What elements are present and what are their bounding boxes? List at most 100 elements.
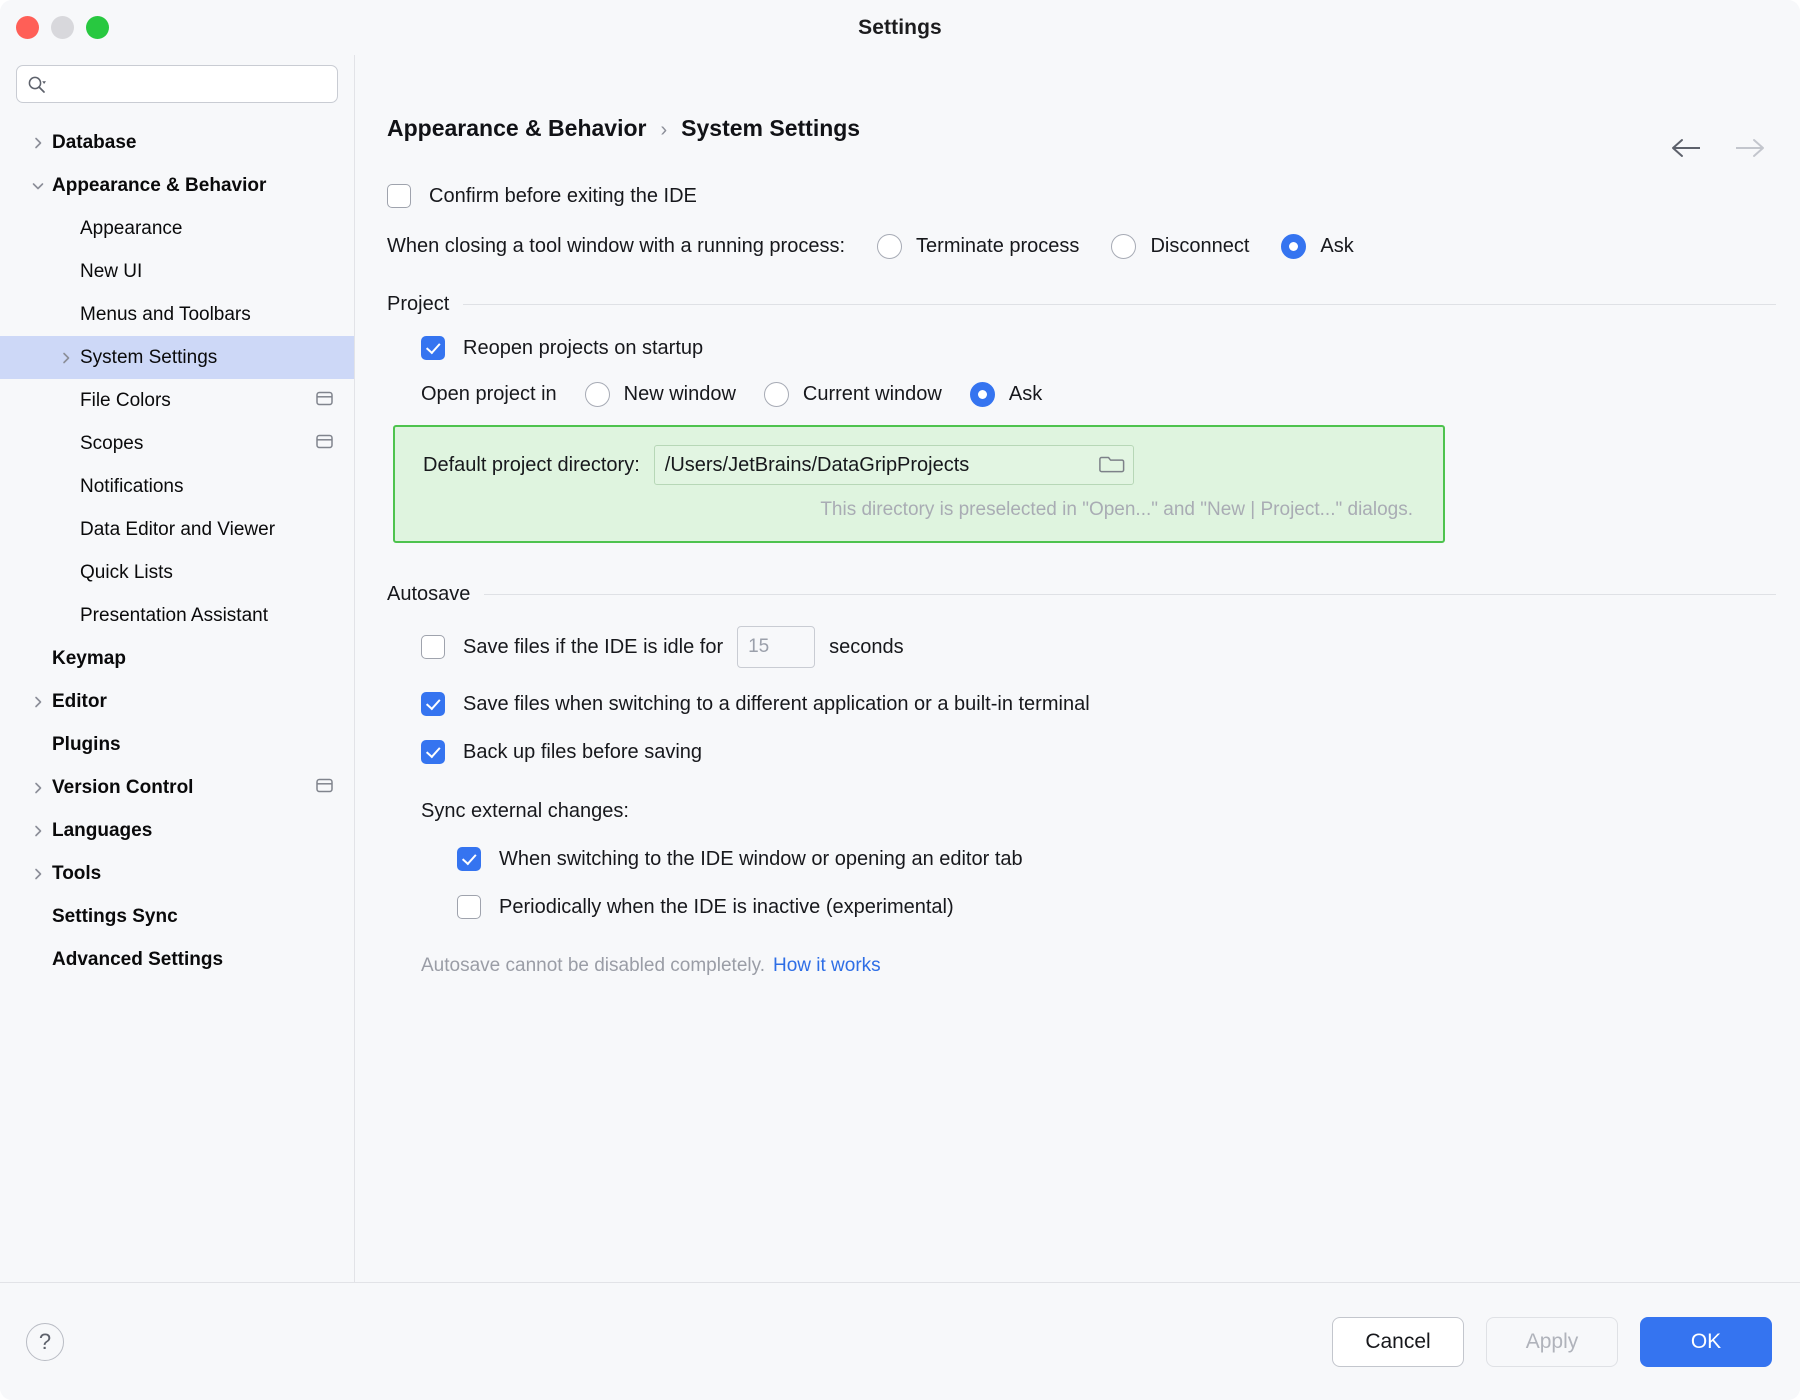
chevron-right-icon[interactable] — [24, 781, 52, 795]
project-scope-icon — [315, 433, 334, 455]
sidebar-item-editor[interactable]: Editor — [0, 680, 354, 723]
folder-icon[interactable] — [1098, 452, 1125, 479]
sidebar-item-menus-and-toolbars[interactable]: Menus and Toolbars — [0, 293, 354, 336]
sidebar-item-advanced-settings[interactable]: Advanced Settings — [0, 938, 354, 981]
radio-ask-open-project-label: Ask — [1008, 383, 1043, 405]
backup-checkbox[interactable] — [421, 740, 445, 764]
breadcrumb-parent[interactable]: Appearance & Behavior — [387, 115, 646, 142]
sync-switching-label: When switching to the IDE window or open… — [499, 847, 1023, 870]
sync-periodic-label: Periodically when the IDE is inactive (e… — [499, 895, 954, 918]
switch-app-checkbox[interactable] — [421, 692, 445, 716]
zoom-button[interactable] — [86, 16, 109, 39]
sidebar-item-appearance[interactable]: Appearance — [0, 207, 354, 250]
idle-save-row[interactable]: Save files if the IDE is idle for second… — [421, 626, 1776, 668]
default-project-directory-row: Default project directory: /Users/JetBra… — [423, 445, 1421, 485]
closing-tool-window-row: When closing a tool window with a runnin… — [387, 234, 1776, 259]
sidebar-item-keymap[interactable]: Keymap — [0, 637, 354, 680]
forward-button[interactable] — [1732, 133, 1766, 163]
chevron-right-icon[interactable] — [24, 136, 52, 150]
sidebar-item-label: Plugins — [52, 733, 121, 755]
default-project-directory-value: /Users/JetBrains/DataGripProjects — [664, 453, 970, 476]
sidebar-item-label: Data Editor and Viewer — [80, 518, 276, 540]
radio-ask-open-project[interactable] — [969, 382, 995, 407]
radio-current-window[interactable] — [763, 382, 789, 407]
radio-new-window[interactable] — [584, 382, 610, 407]
sidebar-item-label: Editor — [52, 690, 107, 712]
confirm-exit-checkbox[interactable] — [387, 184, 411, 208]
radio-ask-tool-window-label: Ask — [1320, 235, 1354, 257]
how-it-works-link[interactable]: How it works — [773, 955, 881, 977]
sync-periodic-checkbox[interactable] — [457, 895, 481, 919]
sidebar-item-quick-lists[interactable]: Quick Lists — [0, 551, 354, 594]
title-bar: Settings — [0, 0, 1800, 55]
idle-seconds-input[interactable] — [748, 636, 805, 658]
sidebar-item-scopes[interactable]: Scopes — [0, 422, 354, 465]
switch-app-label: Save files when switching to a different… — [463, 692, 1090, 715]
search-box[interactable] — [16, 65, 338, 103]
search-icon — [27, 75, 46, 94]
sidebar-item-new-ui[interactable]: New UI — [0, 250, 354, 293]
sidebar-item-file-colors[interactable]: File Colors — [0, 379, 354, 422]
sidebar-item-label: Appearance & Behavior — [52, 174, 267, 196]
idle-seconds-field[interactable] — [737, 626, 816, 668]
open-project-in-row: Open project in New window Current windo… — [421, 382, 1776, 407]
ok-button[interactable]: OK — [1640, 1316, 1772, 1367]
breadcrumb: Appearance & Behavior › System Settings — [387, 115, 1776, 142]
reopen-projects-row[interactable]: Reopen projects on startup — [421, 336, 1776, 360]
chevron-down-icon[interactable] — [24, 179, 52, 193]
settings-content: Appearance & Behavior › System Settings … — [355, 55, 1800, 1282]
sidebar-item-label: Quick Lists — [80, 561, 173, 583]
sync-switching-row[interactable]: When switching to the IDE window or open… — [457, 847, 1776, 871]
sidebar-item-data-editor-and-viewer[interactable]: Data Editor and Viewer — [0, 508, 354, 551]
sidebar-item-label: Database — [52, 131, 137, 153]
sync-periodic-row[interactable]: Periodically when the IDE is inactive (e… — [457, 895, 1776, 919]
chevron-right-icon[interactable] — [24, 824, 52, 838]
sync-switching-checkbox[interactable] — [457, 847, 481, 871]
confirm-exit-row[interactable]: Confirm before exiting the IDE — [387, 184, 1776, 208]
sidebar-item-label: New UI — [80, 260, 143, 282]
sidebar-item-notifications[interactable]: Notifications — [0, 465, 354, 508]
backup-row[interactable]: Back up files before saving — [421, 740, 1776, 764]
project-section-divider — [463, 304, 1776, 305]
chevron-right-icon[interactable] — [52, 351, 80, 365]
project-scope-icon — [315, 390, 334, 412]
breadcrumb-separator: › — [660, 119, 668, 141]
sidebar-item-presentation-assistant[interactable]: Presentation Assistant — [0, 594, 354, 637]
sidebar-item-plugins[interactable]: Plugins — [0, 723, 354, 766]
sidebar-item-tools[interactable]: Tools — [0, 852, 354, 895]
default-project-directory-field[interactable]: /Users/JetBrains/DataGripProjects — [653, 445, 1134, 485]
back-button[interactable] — [1670, 133, 1704, 163]
sidebar-item-label: Settings Sync — [52, 905, 178, 927]
minimize-button[interactable] — [51, 16, 74, 39]
chevron-right-icon[interactable] — [24, 867, 52, 881]
autosave-section-divider — [484, 594, 1776, 595]
search-container — [0, 65, 354, 117]
sidebar-item-system-settings[interactable]: System Settings — [0, 336, 354, 379]
switch-app-row[interactable]: Save files when switching to a different… — [421, 692, 1776, 716]
reopen-projects-checkbox[interactable] — [421, 336, 445, 360]
project-scope-icon — [315, 777, 334, 799]
settings-window: Settings Database Appearance & Behavior Ap — [0, 0, 1800, 1400]
sidebar-item-label: Menus and Toolbars — [80, 303, 251, 325]
radio-terminate-process[interactable] — [877, 234, 903, 259]
search-input[interactable] — [52, 75, 327, 93]
sidebar-item-label: Notifications — [80, 475, 184, 497]
chevron-right-icon[interactable] — [24, 695, 52, 709]
close-button[interactable] — [16, 16, 39, 39]
sidebar-item-version-control[interactable]: Version Control — [0, 766, 354, 809]
radio-terminate-process-label: Terminate process — [916, 235, 1080, 257]
sidebar-item-settings-sync[interactable]: Settings Sync — [0, 895, 354, 938]
radio-disconnect[interactable] — [1111, 234, 1137, 259]
sidebar-item-appearance-behavior[interactable]: Appearance & Behavior — [0, 164, 354, 207]
closing-tool-window-label: When closing a tool window with a runnin… — [387, 235, 846, 257]
cancel-button[interactable]: Cancel — [1332, 1316, 1464, 1367]
sidebar-item-label: File Colors — [80, 389, 171, 411]
navigation-arrows — [1670, 133, 1766, 163]
sidebar-item-database[interactable]: Database — [0, 121, 354, 164]
reopen-projects-label: Reopen projects on startup — [463, 336, 704, 359]
breadcrumb-current: System Settings — [681, 115, 861, 141]
help-button[interactable]: ? — [26, 1322, 64, 1361]
radio-ask-tool-window[interactable] — [1281, 234, 1307, 259]
idle-save-checkbox[interactable] — [421, 635, 445, 659]
sidebar-item-languages[interactable]: Languages — [0, 809, 354, 852]
